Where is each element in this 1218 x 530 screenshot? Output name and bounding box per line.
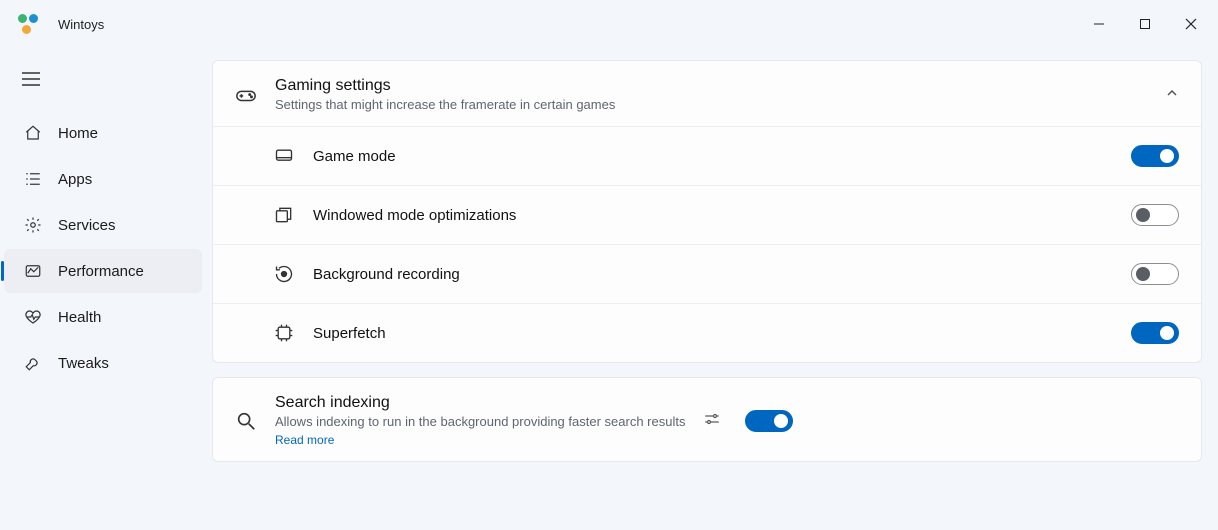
sidebar-item-home[interactable]: Home — [4, 111, 202, 155]
heart-icon — [24, 308, 42, 326]
app-logo — [18, 14, 38, 34]
adjust-icon[interactable] — [703, 410, 721, 431]
close-button[interactable] — [1168, 8, 1214, 40]
search-indexing-title: Search indexing — [275, 394, 685, 412]
row-label: Superfetch — [313, 325, 386, 342]
gaming-settings-card: Gaming settings Settings that might incr… — [212, 60, 1202, 363]
monitor-icon — [273, 146, 295, 166]
sidebar-item-label: Apps — [58, 171, 92, 188]
sidebar-item-label: Services — [58, 217, 116, 234]
content-area: Gaming settings Settings that might incr… — [210, 48, 1218, 530]
sidebar-item-label: Home — [58, 125, 98, 142]
gaming-settings-header[interactable]: Gaming settings Settings that might incr… — [213, 61, 1201, 126]
row-windowed-mode: Windowed mode optimizations — [213, 185, 1201, 244]
search-indexing-subtitle: Allows indexing to run in the background… — [275, 414, 685, 429]
row-label: Game mode — [313, 148, 396, 165]
wrench-icon — [24, 354, 42, 372]
maximize-button[interactable] — [1122, 8, 1168, 40]
row-superfetch: Superfetch — [213, 303, 1201, 362]
windows-icon — [273, 205, 295, 225]
row-label: Background recording — [313, 266, 460, 283]
sidebar-item-health[interactable]: Health — [4, 295, 202, 339]
search-indexing-header[interactable]: Search indexing Allows indexing to run i… — [213, 378, 1201, 461]
toggle-background-recording[interactable] — [1131, 263, 1179, 285]
gamepad-icon — [235, 84, 257, 106]
chevron-up-icon — [1165, 86, 1179, 103]
gaming-settings-title: Gaming settings — [275, 77, 615, 95]
sidebar-item-services[interactable]: Services — [4, 203, 202, 247]
search-icon — [235, 410, 257, 432]
sidebar-item-label: Health — [58, 309, 101, 326]
sidebar-item-label: Performance — [58, 263, 144, 280]
gaming-settings-subtitle: Settings that might increase the framera… — [275, 97, 615, 112]
row-game-mode: Game mode — [213, 126, 1201, 185]
chip-icon — [273, 323, 295, 343]
record-icon — [273, 264, 295, 284]
toggle-superfetch[interactable] — [1131, 322, 1179, 344]
minimize-button[interactable] — [1076, 8, 1122, 40]
home-icon — [24, 124, 42, 142]
titlebar: Wintoys — [0, 0, 1218, 48]
window-controls — [1076, 8, 1214, 40]
read-more-link[interactable]: Read more — [275, 433, 334, 447]
sidebar-item-label: Tweaks — [58, 355, 109, 372]
sidebar-item-apps[interactable]: Apps — [4, 157, 202, 201]
toggle-windowed-mode[interactable] — [1131, 204, 1179, 226]
sidebar-item-tweaks[interactable]: Tweaks — [4, 341, 202, 385]
toggle-game-mode[interactable] — [1131, 145, 1179, 167]
gear-icon — [24, 216, 42, 234]
sidebar-item-performance[interactable]: Performance — [4, 249, 202, 293]
apps-icon — [24, 170, 42, 188]
hamburger-button[interactable] — [0, 72, 210, 109]
row-background-recording: Background recording — [213, 244, 1201, 303]
sidebar: Home Apps Services Performance Health — [0, 48, 210, 530]
row-label: Windowed mode optimizations — [313, 207, 516, 224]
performance-icon — [24, 262, 42, 280]
toggle-search-indexing[interactable] — [745, 410, 793, 432]
search-indexing-card: Search indexing Allows indexing to run i… — [212, 377, 1202, 462]
app-title: Wintoys — [58, 17, 104, 32]
